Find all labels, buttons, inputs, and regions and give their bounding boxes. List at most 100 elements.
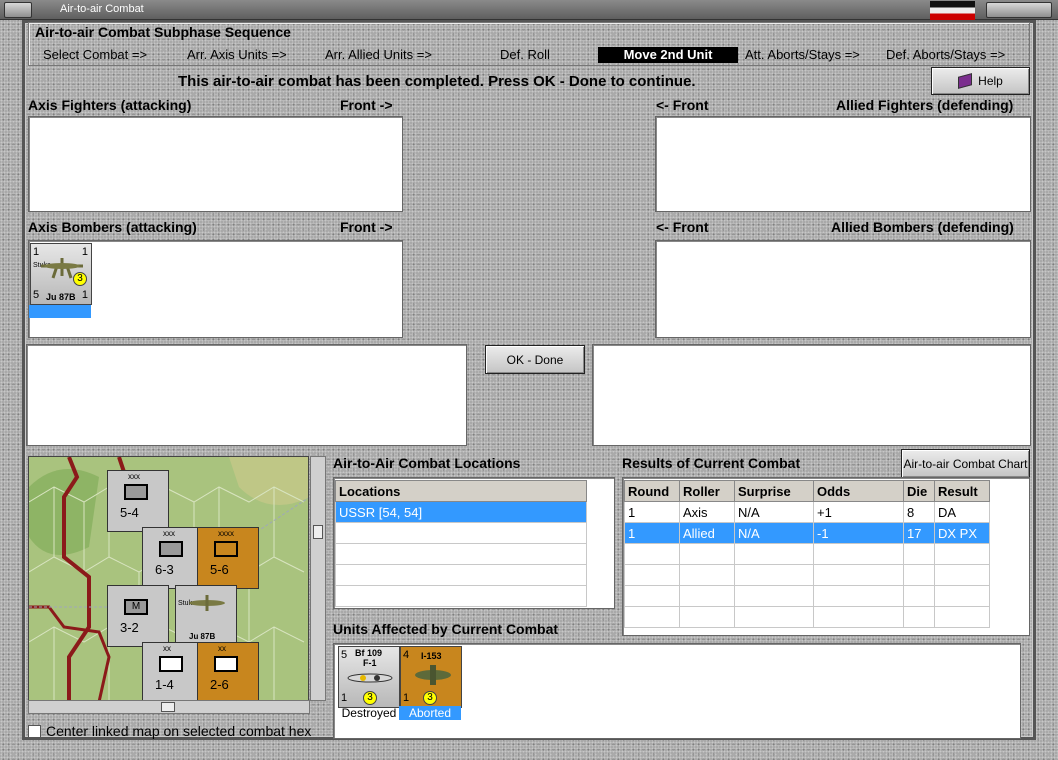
allied-fighters-box[interactable] bbox=[655, 116, 1031, 212]
counter-size: xxx bbox=[128, 472, 140, 481]
column-odds[interactable]: Odds bbox=[813, 480, 904, 502]
map-horizontal-scrollbar[interactable] bbox=[28, 700, 310, 714]
infantry-symbol-icon bbox=[214, 656, 238, 672]
unit-rating-badge: 3 bbox=[363, 691, 377, 705]
center-map-checkbox[interactable] bbox=[28, 725, 41, 738]
counter-size: xxxx bbox=[218, 529, 234, 538]
map-counter-4th-army[interactable]: xxxx 5-6 bbox=[197, 527, 259, 589]
column-roller[interactable]: Roller bbox=[679, 480, 735, 502]
unit-status-destroyed: Destroyed bbox=[341, 706, 397, 720]
cell-round: 1 bbox=[624, 522, 680, 544]
counter-size: xxx bbox=[163, 529, 175, 538]
unit-top-left: 5 bbox=[341, 649, 348, 661]
map-counter-3rd-inf[interactable]: xx 1-4 bbox=[142, 642, 204, 700]
map-counter-xxxviii-inf[interactable]: xxx 6-3 bbox=[142, 527, 204, 589]
axis-bomber-unit-counter[interactable]: 1 1 Stuka 3 5 Ju 87B 1 bbox=[30, 243, 92, 305]
axis-bombers-front: Front -> bbox=[340, 219, 393, 235]
unit-rating-badge: 3 bbox=[423, 691, 437, 705]
map-vertical-scroll-thumb[interactable] bbox=[313, 525, 323, 539]
column-surprise[interactable]: Surprise bbox=[734, 480, 814, 502]
table-row-selected[interactable]: 1 Allied N/A -1 17 DX PX bbox=[624, 522, 990, 544]
map-counter-regensburg[interactable]: M 3-2 bbox=[107, 585, 169, 647]
counter-value: Ju 87B bbox=[189, 632, 216, 641]
sequence-step-arrange-axis: Arr. Axis Units => bbox=[187, 47, 287, 62]
column-round[interactable]: Round bbox=[624, 480, 680, 502]
air-combat-chart-button[interactable]: Air-to-air Combat Chart bbox=[901, 449, 1030, 478]
cell-die: 8 bbox=[903, 501, 935, 523]
cell-result: DX PX bbox=[934, 522, 990, 544]
unit-name: Bf 109 bbox=[355, 648, 383, 658]
counter-value: 5-4 bbox=[120, 505, 139, 520]
counter-value: 1-4 bbox=[155, 677, 174, 692]
column-die[interactable]: Die bbox=[903, 480, 935, 502]
cell-result: DA bbox=[934, 501, 990, 523]
unit-bottom-left: 1 bbox=[341, 692, 348, 704]
map-counter-4th-inf[interactable]: xx 2-6 bbox=[197, 642, 259, 700]
cell-surprise: N/A bbox=[734, 501, 814, 523]
allied-bombers-front: <- Front bbox=[656, 219, 709, 235]
map-vertical-scrollbar[interactable] bbox=[310, 456, 326, 701]
cell-roller: Axis bbox=[679, 501, 735, 523]
help-button[interactable]: Help bbox=[931, 67, 1030, 95]
empty-row bbox=[335, 522, 587, 544]
unit-bottom-right: 1 bbox=[81, 289, 88, 301]
sequence-step-def-aborts: Def. Aborts/Stays => bbox=[886, 47, 1006, 62]
sequence-step-att-aborts: Att. Aborts/Stays => bbox=[745, 47, 860, 62]
window-menu-button[interactable] bbox=[4, 2, 32, 18]
allied-info-box bbox=[592, 344, 1031, 446]
cell-odds: +1 bbox=[813, 501, 904, 523]
cell-roller: Allied bbox=[679, 522, 735, 544]
status-message: This air-to-air combat has been complete… bbox=[178, 73, 696, 90]
location-row[interactable]: USSR [54, 54] bbox=[335, 501, 587, 523]
axis-fighters-box[interactable] bbox=[28, 116, 403, 212]
allied-fighters-label: Allied Fighters (defending) bbox=[836, 97, 1014, 113]
affected-unit-bf109[interactable]: 5 Bf 109 F-1 1 3 bbox=[338, 646, 400, 708]
counter-value: 6-3 bbox=[155, 562, 174, 577]
unit-model: Ju 87B bbox=[46, 292, 76, 302]
allied-bombers-box[interactable] bbox=[655, 240, 1031, 338]
unit-top-left: 4 bbox=[403, 649, 410, 661]
axis-bombers-label: Axis Bombers (attacking) bbox=[28, 219, 197, 235]
sequence-step-arrange-allied: Arr. Allied Units => bbox=[325, 47, 432, 62]
empty-row bbox=[335, 543, 587, 565]
column-result[interactable]: Result bbox=[934, 480, 990, 502]
map-counter-stuka[interactable]: Stuka Ju 87B bbox=[175, 585, 237, 647]
map-horizontal-scroll-thumb[interactable] bbox=[161, 702, 175, 712]
title-bar bbox=[0, 0, 1058, 20]
window-close-button[interactable] bbox=[986, 2, 1052, 18]
results-title: Results of Current Combat bbox=[622, 455, 801, 471]
mountain-symbol-icon: M bbox=[124, 599, 148, 615]
counter-size: xx bbox=[163, 644, 171, 653]
empty-row bbox=[624, 543, 990, 565]
axis-info-box bbox=[26, 344, 467, 446]
cell-odds: -1 bbox=[813, 522, 904, 544]
locations-list[interactable]: Locations USSR [54, 54] bbox=[333, 477, 615, 609]
axis-fighters-front: Front -> bbox=[340, 97, 393, 113]
map-counter-xxiii-inf[interactable]: xxx 5-4 bbox=[107, 470, 169, 532]
counter-value: 5-6 bbox=[210, 562, 229, 577]
infantry-symbol-icon bbox=[214, 541, 238, 557]
stuka-plane-icon bbox=[189, 595, 225, 611]
empty-row bbox=[335, 585, 587, 607]
empty-row bbox=[624, 606, 990, 628]
affected-unit-i153[interactable]: 4 I-153 1 3 bbox=[400, 646, 462, 708]
sequence-title: Air-to-air Combat Subphase Sequence bbox=[35, 24, 291, 40]
sequence-step-select-combat: Select Combat => bbox=[43, 47, 148, 62]
counter-value: 3-2 bbox=[120, 620, 139, 635]
locations-column-header[interactable]: Locations bbox=[335, 480, 587, 502]
results-table[interactable]: Round Roller Surprise Odds Die Result 1 … bbox=[622, 477, 1030, 636]
counter-size: xx bbox=[218, 644, 226, 653]
infantry-symbol-icon bbox=[124, 484, 148, 500]
table-row[interactable]: 1 Axis N/A +1 8 DA bbox=[624, 501, 990, 523]
unit-rating-badge: 3 bbox=[73, 272, 87, 286]
linked-map[interactable]: xxx 5-4 xxx 6-3 xxxx 5-6 M 3-2 Stuka Ju … bbox=[28, 456, 309, 701]
counter-value: 2-6 bbox=[210, 677, 229, 692]
empty-row bbox=[335, 564, 587, 586]
unit-selection-bar bbox=[29, 305, 91, 318]
center-map-checkbox-label: Center linked map on selected combat hex bbox=[46, 723, 312, 739]
window-title: Air-to-air Combat bbox=[60, 3, 144, 15]
unit-bottom-left: 5 bbox=[33, 289, 40, 301]
unit-name: I-153 bbox=[421, 651, 442, 661]
ok-done-button[interactable]: OK - Done bbox=[485, 345, 585, 374]
locations-title: Air-to-Air Combat Locations bbox=[333, 455, 521, 471]
